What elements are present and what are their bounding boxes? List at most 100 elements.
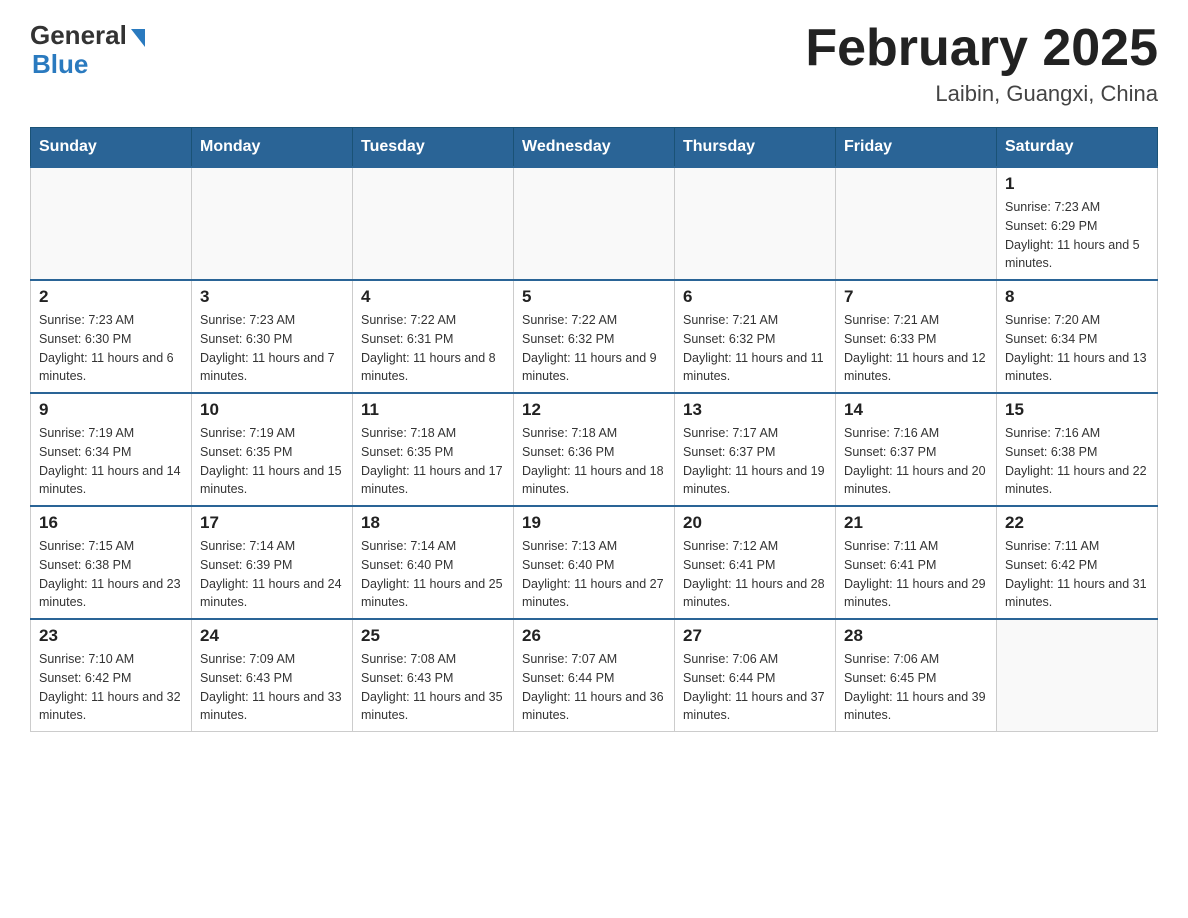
day-number: 6 (683, 287, 827, 307)
day-info: Sunrise: 7:07 AMSunset: 6:44 PMDaylight:… (522, 650, 666, 725)
day-number: 17 (200, 513, 344, 533)
day-info: Sunrise: 7:18 AMSunset: 6:35 PMDaylight:… (361, 424, 505, 499)
week-row-2: 2Sunrise: 7:23 AMSunset: 6:30 PMDaylight… (31, 280, 1158, 393)
calendar-table: SundayMondayTuesdayWednesdayThursdayFrid… (30, 127, 1158, 732)
calendar-header-thursday: Thursday (675, 128, 836, 168)
day-info: Sunrise: 7:23 AMSunset: 6:29 PMDaylight:… (1005, 198, 1149, 273)
calendar-cell: 5 Sunrise: 7:22 AMSunset: 6:32 PMDaylight… (514, 280, 675, 393)
day-info: Sunrise: 7:11 AMSunset: 6:41 PMDaylight:… (844, 537, 988, 612)
calendar-header-monday: Monday (192, 128, 353, 168)
calendar-cell: 25 Sunrise: 7:08 AMSunset: 6:43 PMDayligh… (353, 619, 514, 732)
day-number: 5 (522, 287, 666, 307)
week-row-4: 16 Sunrise: 7:15 AMSunset: 6:38 PMDayligh… (31, 506, 1158, 619)
calendar-cell: 19 Sunrise: 7:13 AMSunset: 6:40 PMDayligh… (514, 506, 675, 619)
day-number: 25 (361, 626, 505, 646)
calendar-cell: 11 Sunrise: 7:18 AMSunset: 6:35 PMDayligh… (353, 393, 514, 506)
calendar-cell: 2Sunrise: 7:23 AMSunset: 6:30 PMDaylight… (31, 280, 192, 393)
calendar-cell: 27Sunrise: 7:06 AMSunset: 6:44 PMDayligh… (675, 619, 836, 732)
calendar-cell (31, 167, 192, 280)
calendar-cell: 22 Sunrise: 7:11 AMSunset: 6:42 PMDayligh… (997, 506, 1158, 619)
calendar-cell (192, 167, 353, 280)
day-number: 12 (522, 400, 666, 420)
title-section: February 2025 Laibin, Guangxi, China (805, 20, 1158, 107)
day-number: 23 (39, 626, 183, 646)
calendar-cell: 18Sunrise: 7:14 AMSunset: 6:40 PMDayligh… (353, 506, 514, 619)
calendar-header-saturday: Saturday (997, 128, 1158, 168)
calendar-cell: 3 Sunrise: 7:23 AMSunset: 6:30 PMDaylight… (192, 280, 353, 393)
day-info: Sunrise: 7:10 AMSunset: 6:42 PMDaylight:… (39, 650, 183, 725)
calendar-cell: 15 Sunrise: 7:16 AMSunset: 6:38 PMDayligh… (997, 393, 1158, 506)
day-number: 24 (200, 626, 344, 646)
day-number: 14 (844, 400, 988, 420)
day-info: Sunrise: 7:20 AMSunset: 6:34 PMDaylight:… (1005, 311, 1149, 386)
calendar-cell: 1Sunrise: 7:23 AMSunset: 6:29 PMDaylight… (997, 167, 1158, 280)
day-number: 21 (844, 513, 988, 533)
day-number: 22 (1005, 513, 1149, 533)
day-info: Sunrise: 7:13 AMSunset: 6:40 PMDaylight:… (522, 537, 666, 612)
calendar-cell: 23 Sunrise: 7:10 AMSunset: 6:42 PMDayligh… (31, 619, 192, 732)
day-info: Sunrise: 7:22 AMSunset: 6:32 PMDaylight:… (522, 311, 666, 386)
calendar-cell: 17 Sunrise: 7:14 AMSunset: 6:39 PMDayligh… (192, 506, 353, 619)
day-info: Sunrise: 7:14 AMSunset: 6:39 PMDaylight:… (200, 537, 344, 612)
day-number: 11 (361, 400, 505, 420)
calendar-cell: 14Sunrise: 7:16 AMSunset: 6:37 PMDayligh… (836, 393, 997, 506)
day-number: 7 (844, 287, 988, 307)
day-info: Sunrise: 7:18 AMSunset: 6:36 PMDaylight:… (522, 424, 666, 499)
day-number: 26 (522, 626, 666, 646)
day-info: Sunrise: 7:23 AMSunset: 6:30 PMDaylight:… (200, 311, 344, 386)
calendar-cell: 28Sunrise: 7:06 AMSunset: 6:45 PMDayligh… (836, 619, 997, 732)
day-info: Sunrise: 7:17 AMSunset: 6:37 PMDaylight:… (683, 424, 827, 499)
calendar-cell (675, 167, 836, 280)
calendar-cell (997, 619, 1158, 732)
calendar-header-friday: Friday (836, 128, 997, 168)
logo: General Blue (30, 20, 145, 80)
calendar-cell: 24 Sunrise: 7:09 AMSunset: 6:43 PMDayligh… (192, 619, 353, 732)
calendar-cell (514, 167, 675, 280)
day-info: Sunrise: 7:11 AMSunset: 6:42 PMDaylight:… (1005, 537, 1149, 612)
week-row-5: 23 Sunrise: 7:10 AMSunset: 6:42 PMDayligh… (31, 619, 1158, 732)
page-header: General Blue February 2025 Laibin, Guang… (30, 20, 1158, 107)
logo-general-text: General (30, 20, 127, 51)
day-number: 20 (683, 513, 827, 533)
day-number: 3 (200, 287, 344, 307)
day-info: Sunrise: 7:19 AMSunset: 6:34 PMDaylight:… (39, 424, 183, 499)
calendar-cell: 10 Sunrise: 7:19 AMSunset: 6:35 PMDayligh… (192, 393, 353, 506)
day-number: 10 (200, 400, 344, 420)
day-number: 4 (361, 287, 505, 307)
day-info: Sunrise: 7:22 AMSunset: 6:31 PMDaylight:… (361, 311, 505, 386)
day-number: 9 (39, 400, 183, 420)
day-info: Sunrise: 7:06 AMSunset: 6:44 PMDaylight:… (683, 650, 827, 725)
calendar-cell: 20 Sunrise: 7:12 AMSunset: 6:41 PMDayligh… (675, 506, 836, 619)
day-info: Sunrise: 7:19 AMSunset: 6:35 PMDaylight:… (200, 424, 344, 499)
day-info: Sunrise: 7:16 AMSunset: 6:38 PMDaylight:… (1005, 424, 1149, 499)
day-number: 16 (39, 513, 183, 533)
day-info: Sunrise: 7:21 AMSunset: 6:33 PMDaylight:… (844, 311, 988, 386)
day-number: 13 (683, 400, 827, 420)
month-title: February 2025 (805, 20, 1158, 77)
calendar-header-tuesday: Tuesday (353, 128, 514, 168)
logo-blue-text: Blue (32, 49, 88, 80)
calendar-cell (836, 167, 997, 280)
day-info: Sunrise: 7:14 AMSunset: 6:40 PMDaylight:… (361, 537, 505, 612)
calendar-cell: 4 Sunrise: 7:22 AMSunset: 6:31 PMDaylight… (353, 280, 514, 393)
day-info: Sunrise: 7:08 AMSunset: 6:43 PMDaylight:… (361, 650, 505, 725)
calendar-cell: 6 Sunrise: 7:21 AMSunset: 6:32 PMDaylight… (675, 280, 836, 393)
calendar-cell: 8Sunrise: 7:20 AMSunset: 6:34 PMDaylight… (997, 280, 1158, 393)
week-row-3: 9 Sunrise: 7:19 AMSunset: 6:34 PMDaylight… (31, 393, 1158, 506)
calendar-cell (353, 167, 514, 280)
calendar-cell: 21 Sunrise: 7:11 AMSunset: 6:41 PMDayligh… (836, 506, 997, 619)
day-number: 15 (1005, 400, 1149, 420)
calendar-cell: 16 Sunrise: 7:15 AMSunset: 6:38 PMDayligh… (31, 506, 192, 619)
day-info: Sunrise: 7:09 AMSunset: 6:43 PMDaylight:… (200, 650, 344, 725)
week-row-1: 1Sunrise: 7:23 AMSunset: 6:29 PMDaylight… (31, 167, 1158, 280)
calendar-header-wednesday: Wednesday (514, 128, 675, 168)
calendar-header-row: SundayMondayTuesdayWednesdayThursdayFrid… (31, 128, 1158, 168)
day-number: 19 (522, 513, 666, 533)
calendar-cell: 26 Sunrise: 7:07 AMSunset: 6:44 PMDayligh… (514, 619, 675, 732)
day-info: Sunrise: 7:12 AMSunset: 6:41 PMDaylight:… (683, 537, 827, 612)
day-info: Sunrise: 7:23 AMSunset: 6:30 PMDaylight:… (39, 311, 183, 386)
calendar-cell: 9 Sunrise: 7:19 AMSunset: 6:34 PMDaylight… (31, 393, 192, 506)
calendar-cell: 13 Sunrise: 7:17 AMSunset: 6:37 PMDayligh… (675, 393, 836, 506)
day-info: Sunrise: 7:15 AMSunset: 6:38 PMDaylight:… (39, 537, 183, 612)
day-info: Sunrise: 7:21 AMSunset: 6:32 PMDaylight:… (683, 311, 827, 386)
